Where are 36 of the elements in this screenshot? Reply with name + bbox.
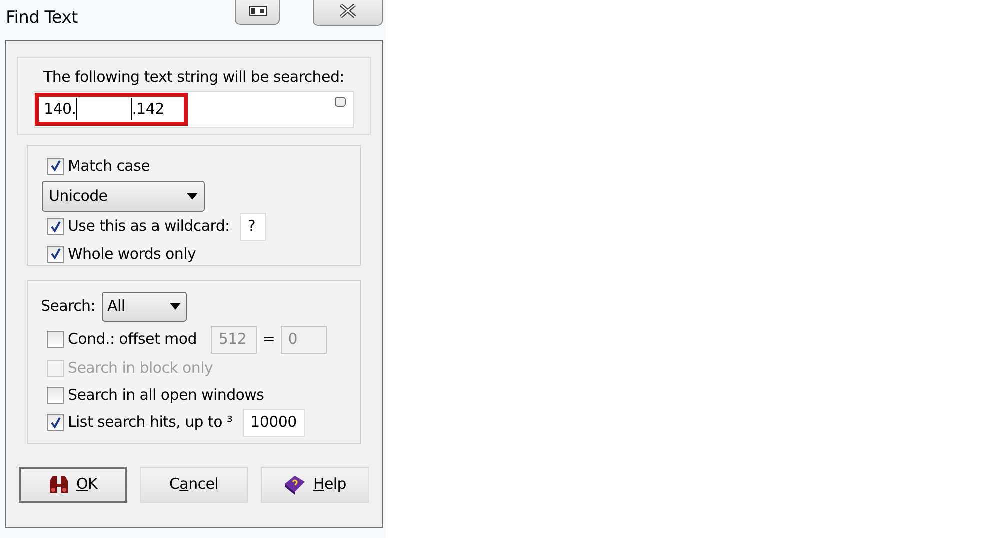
- window-title: Find Text: [6, 7, 78, 30]
- search-string-field[interactable]: 140. .142: [34, 90, 354, 128]
- checkbox[interactable]: [47, 414, 64, 431]
- help-book-icon: [283, 474, 308, 496]
- checkbox-label: Match case: [68, 156, 150, 177]
- value-field[interactable]: ?: [240, 212, 266, 240]
- window-icon: [248, 6, 266, 16]
- checkbox-label: Cond.: offset mod: [68, 329, 197, 350]
- search-scope-dropdown[interactable]: All: [102, 292, 186, 322]
- checkbox-label: Search in all open windows: [68, 384, 264, 406]
- caret-icon: [170, 303, 180, 310]
- close-button[interactable]: [313, 0, 383, 26]
- encoding-dropdown[interactable]: Unicode: [42, 180, 205, 212]
- checkbox-label: Whole words only: [68, 244, 196, 265]
- search-label: Search:: [41, 296, 96, 318]
- checkbox[interactable]: [47, 218, 64, 235]
- restore-button[interactable]: [235, 0, 280, 25]
- checkbox[interactable]: [47, 386, 64, 404]
- checkbox[interactable]: [47, 158, 64, 174]
- expand-icon[interactable]: [335, 96, 346, 106]
- checkbox-label: Search in block only: [68, 358, 214, 379]
- checkbox[interactable]: [47, 331, 64, 348]
- value-field[interactable]: 10000: [242, 408, 305, 436]
- checkbox-label: Use this as a wildcard:: [68, 216, 230, 238]
- dialog-button[interactable]: Help: [261, 466, 369, 502]
- close-icon: [338, 4, 358, 18]
- caret-icon: [187, 192, 198, 200]
- dialog-button[interactable]: Cancel: [140, 466, 248, 502]
- search-text-end: .142: [132, 98, 164, 120]
- checkbox[interactable]: [47, 246, 64, 262]
- checkbox-label: List search hits, up to ³: [68, 412, 233, 434]
- binoculars-icon: [48, 474, 70, 494]
- equals-sign: =: [262, 329, 276, 350]
- search-text-start: 140.: [44, 98, 76, 120]
- dialog-button[interactable]: OK: [19, 466, 127, 502]
- search-string-label: The following text string will be searched:: [42, 67, 346, 88]
